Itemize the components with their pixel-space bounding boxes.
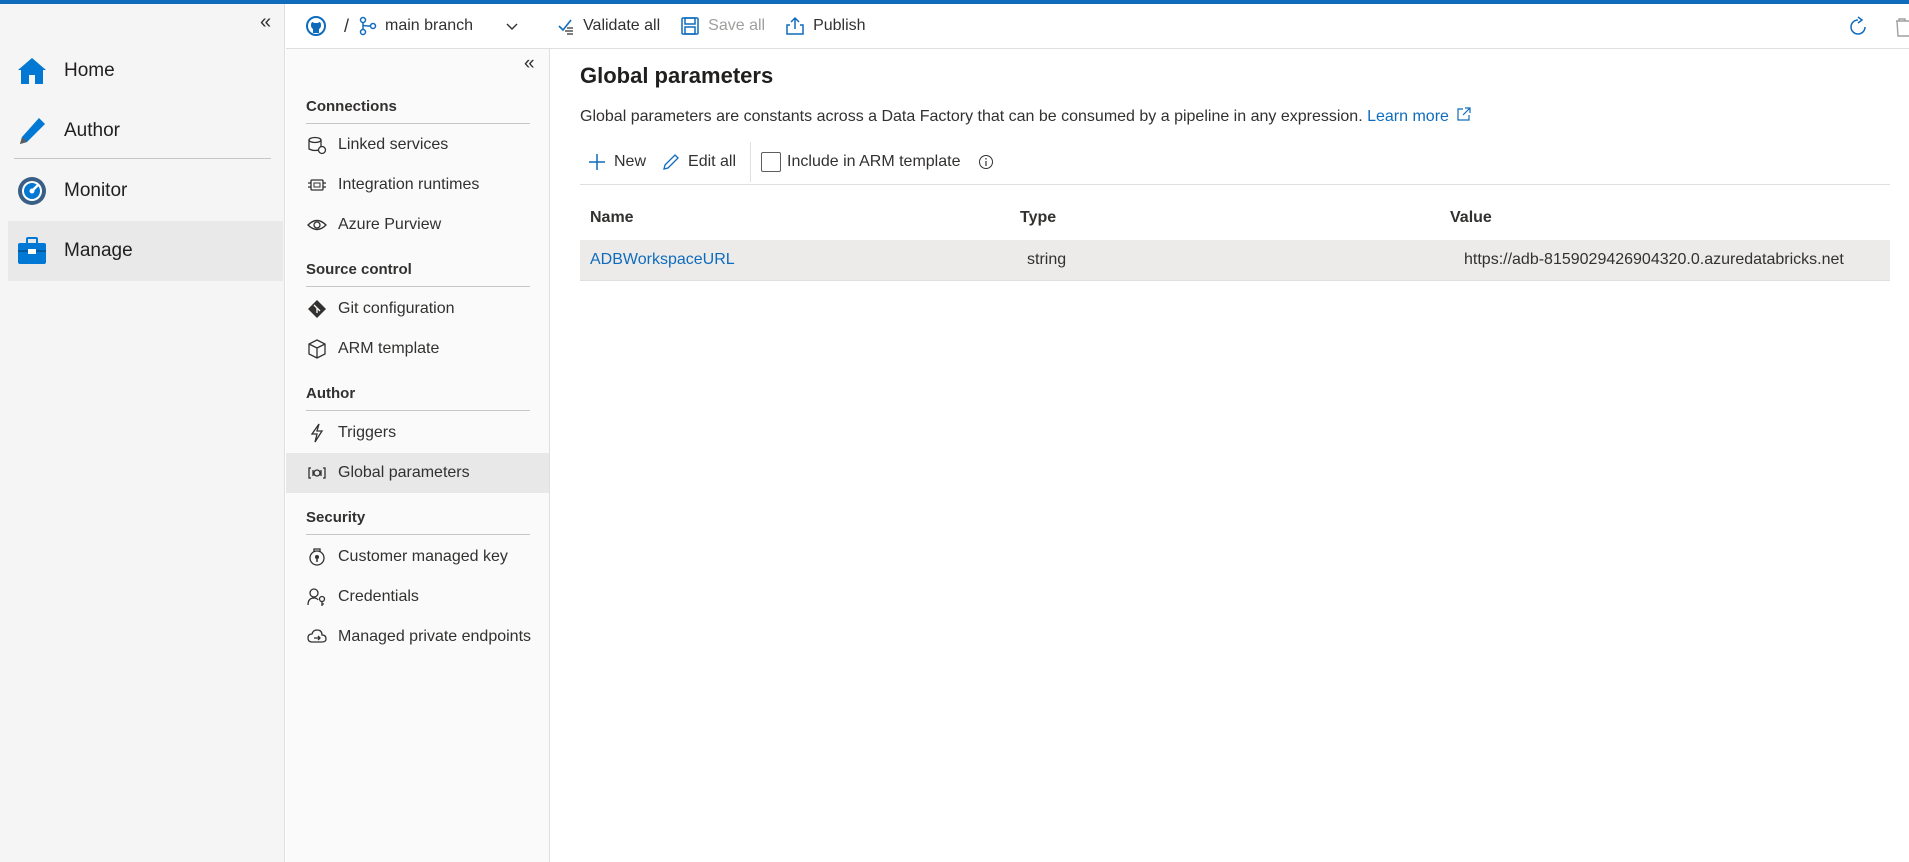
toolbox-icon bbox=[16, 235, 48, 267]
menu-label: Global parameters bbox=[338, 464, 470, 481]
edit-all-label: Edit all bbox=[688, 153, 737, 170]
github-icon bbox=[306, 16, 326, 36]
menu-item-linked-services[interactable]: Linked services bbox=[286, 125, 549, 165]
menu-item-arm-template[interactable]: ARM template bbox=[286, 329, 549, 369]
branch-icon bbox=[359, 16, 377, 36]
cloud-endpoint-icon bbox=[306, 626, 328, 648]
lightning-icon bbox=[306, 422, 328, 444]
menu-label: Azure Purview bbox=[338, 216, 442, 233]
branch-selector[interactable]: main branch bbox=[359, 4, 527, 49]
learn-more-link[interactable]: Learn more bbox=[1367, 107, 1471, 125]
cube-icon bbox=[306, 338, 328, 360]
external-link-icon bbox=[1457, 107, 1471, 121]
menu-item-credentials[interactable]: Credentials bbox=[286, 577, 549, 617]
credentials-icon bbox=[306, 586, 328, 608]
left-navigation: « Home Author Monitor Manage bbox=[0, 4, 285, 862]
save-all-label: Save all bbox=[708, 17, 766, 34]
git-icon bbox=[306, 298, 328, 320]
menu-label: Integration runtimes bbox=[338, 176, 480, 193]
menu-label: Managed private endpoints bbox=[338, 628, 532, 645]
menu-label: Customer managed key bbox=[338, 548, 508, 565]
description-text: Global parameters are constants across a… bbox=[580, 108, 1363, 125]
nav-item-home[interactable]: Home bbox=[8, 41, 283, 101]
parameter-type: string bbox=[1027, 251, 1067, 268]
parameter-name-link[interactable]: ADBWorkspaceURL bbox=[580, 251, 1010, 269]
pencil-icon bbox=[16, 115, 48, 147]
publish-upload-icon bbox=[786, 16, 804, 35]
table-header: Name Type Value bbox=[580, 196, 1890, 240]
nav-divider bbox=[14, 158, 271, 159]
nav-item-author[interactable]: Author bbox=[8, 101, 283, 161]
toolbar-separator bbox=[750, 142, 752, 182]
main-content: Global parameters Global parameters are … bbox=[551, 49, 1909, 862]
nav-label-monitor: Monitor bbox=[64, 180, 128, 201]
nav-item-manage[interactable]: Manage bbox=[8, 221, 283, 281]
parameter-value: https://adb-8159029426904320.0.azuredata… bbox=[1464, 251, 1844, 268]
column-header-type[interactable]: Type bbox=[1010, 209, 1440, 227]
edit-all-button[interactable]: Edit all bbox=[654, 142, 744, 182]
linked-services-icon bbox=[306, 134, 328, 156]
home-icon bbox=[16, 55, 48, 87]
section-heading-source-control: Source control bbox=[306, 261, 530, 287]
parameters-table: Name Type Value ADBWorkspaceURL string h… bbox=[580, 196, 1890, 281]
column-header-value[interactable]: Value bbox=[1440, 209, 1890, 227]
command-bar: / main branch Validate all Save all Publ… bbox=[286, 4, 1909, 49]
nav-label-author: Author bbox=[64, 120, 120, 141]
repo-button[interactable] bbox=[306, 4, 334, 49]
edit-pencil-icon bbox=[663, 154, 679, 170]
publish-button[interactable]: Publish bbox=[785, 4, 866, 49]
manage-menu-panel: « Connections Linked services Integratio… bbox=[286, 49, 550, 862]
nav-label-manage: Manage bbox=[64, 240, 133, 261]
new-button[interactable]: New bbox=[580, 142, 654, 182]
menu-item-managed-private-endpoints[interactable]: Managed private endpoints bbox=[286, 617, 549, 657]
menu-item-integration-runtimes[interactable]: Integration runtimes bbox=[286, 165, 549, 205]
menu-item-azure-purview[interactable]: Azure Purview bbox=[286, 205, 549, 245]
parameters-toolbar: New Edit all Include in ARM template bbox=[580, 140, 1890, 185]
menu-label: ARM template bbox=[338, 340, 440, 357]
page-description: Global parameters are constants across a… bbox=[580, 107, 1471, 126]
publish-label: Publish bbox=[813, 17, 866, 34]
refresh-icon[interactable] bbox=[1847, 15, 1869, 38]
nav-item-monitor[interactable]: Monitor bbox=[8, 161, 283, 221]
eye-icon bbox=[306, 214, 328, 236]
menu-item-git-configuration[interactable]: Git configuration bbox=[286, 289, 549, 329]
validate-all-button[interactable]: Validate all bbox=[557, 4, 660, 49]
column-header-name[interactable]: Name bbox=[580, 209, 1010, 227]
menu-label: Triggers bbox=[338, 424, 397, 441]
plus-icon bbox=[589, 154, 605, 170]
menu-label: Linked services bbox=[338, 136, 449, 153]
chevron-down-icon bbox=[506, 23, 518, 30]
save-all-button[interactable]: Save all bbox=[680, 4, 765, 49]
section-heading-connections: Connections bbox=[306, 98, 530, 124]
menu-label: Credentials bbox=[338, 588, 419, 605]
collapse-panel-icon[interactable]: « bbox=[524, 53, 535, 75]
save-icon bbox=[681, 17, 699, 35]
branch-label: main branch bbox=[385, 17, 474, 34]
menu-item-customer-managed-key[interactable]: Customer managed key bbox=[286, 537, 549, 577]
learn-more-label: Learn more bbox=[1367, 108, 1449, 125]
menu-item-triggers[interactable]: Triggers bbox=[286, 413, 549, 453]
include-arm-template-toggle[interactable]: Include in ARM template bbox=[757, 142, 1010, 182]
table-row[interactable]: ADBWorkspaceURL string https://adb-81590… bbox=[580, 240, 1890, 281]
menu-label: Git configuration bbox=[338, 300, 455, 317]
command-bar-right bbox=[1847, 4, 1909, 49]
menu-item-global-parameters[interactable]: Global parameters bbox=[286, 453, 549, 493]
path-separator: / bbox=[344, 15, 350, 36]
integration-runtime-icon bbox=[306, 174, 328, 196]
key-lock-icon bbox=[306, 546, 328, 568]
validate-check-icon bbox=[558, 19, 574, 35]
new-label: New bbox=[614, 153, 647, 170]
discard-icon[interactable] bbox=[1893, 16, 1909, 38]
page-title: Global parameters bbox=[580, 63, 774, 88]
collapse-nav-icon[interactable]: « bbox=[260, 12, 271, 32]
parameters-icon bbox=[306, 462, 328, 484]
monitor-gauge-icon bbox=[16, 175, 48, 207]
section-heading-security: Security bbox=[306, 509, 530, 535]
include-arm-template-label: Include in ARM template bbox=[787, 153, 961, 170]
section-heading-author: Author bbox=[306, 385, 530, 411]
info-icon[interactable] bbox=[978, 154, 994, 170]
include-arm-template-checkbox[interactable] bbox=[761, 152, 782, 172]
validate-all-label: Validate all bbox=[583, 17, 661, 34]
nav-label-home: Home bbox=[64, 60, 115, 81]
